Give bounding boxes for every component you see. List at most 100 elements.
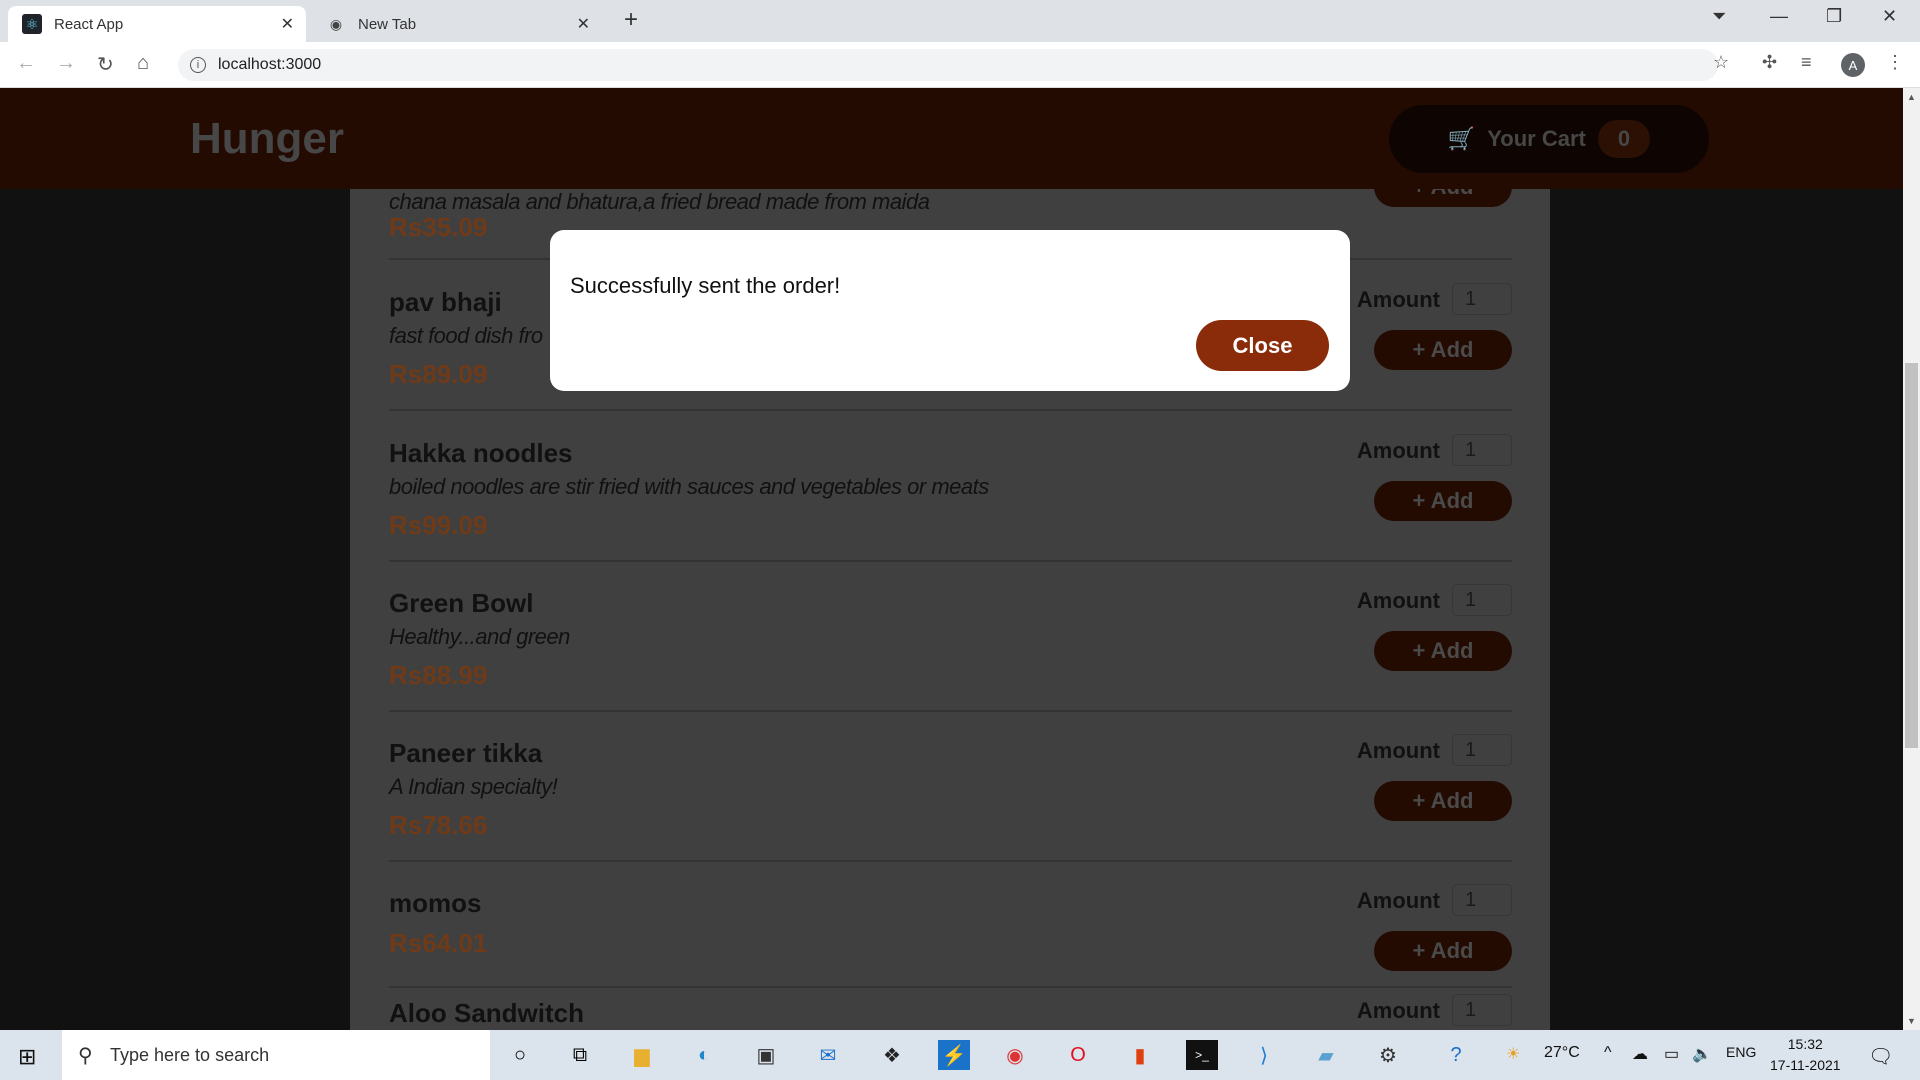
language-indicator[interactable]: ENG — [1726, 1044, 1756, 1060]
help-icon[interactable]: ? — [1440, 1040, 1472, 1070]
amount-label: Amount — [1356, 738, 1440, 763]
profile-avatar[interactable]: A — [1841, 53, 1865, 77]
quantity-input[interactable]: 1 — [1452, 734, 1512, 766]
home-icon[interactable]: ⌂ — [137, 52, 149, 75]
forward-icon[interactable]: → — [56, 52, 76, 75]
quantity-input[interactable]: 1 — [1452, 884, 1512, 916]
item-name: Green Bowl — [389, 588, 534, 618]
windows-start-icon[interactable]: ⊞ — [18, 1044, 36, 1070]
task-view-icon[interactable]: ⧉ — [564, 1040, 596, 1070]
close-tab-icon[interactable]: ✕ — [577, 14, 590, 34]
dropbox-icon[interactable]: ❖ — [876, 1040, 908, 1070]
modal-message: Successfully sent the order! — [570, 273, 841, 298]
media-control-icon[interactable]: ≡ — [1801, 52, 1812, 73]
back-icon[interactable]: ← — [16, 52, 36, 75]
weather-icon[interactable]: ☀ — [1506, 1044, 1520, 1064]
add-button[interactable]: + Add — [1374, 931, 1512, 971]
item-description: A Indian specialty! — [389, 774, 558, 799]
new-tab-button[interactable]: + — [624, 6, 638, 34]
settings-icon[interactable]: ⚙ — [1372, 1040, 1404, 1070]
cart-label: Your Cart — [1487, 126, 1586, 151]
tab-react-app[interactable]: ⚛ React App ✕ — [8, 6, 306, 42]
add-button[interactable]: + Add — [1374, 781, 1512, 821]
item-price: Rs89.09 — [389, 359, 488, 389]
brand-logo: Hunger — [190, 114, 344, 163]
volume-icon[interactable]: 🔈 — [1692, 1044, 1712, 1064]
scroll-down-arrow-icon[interactable]: ▼ — [1907, 1016, 1916, 1026]
address-toolbar: ← → ↻ ⌂ i localhost:3000 ☆ ✣ ≡ ⋮ — [0, 42, 1920, 88]
amount-label: Amount — [1356, 998, 1440, 1023]
close-window-button[interactable]: ✕ — [1882, 6, 1897, 27]
quantity-input[interactable]: 1 — [1452, 584, 1512, 616]
extensions-icon[interactable]: ✣ — [1762, 52, 1777, 73]
mail-icon[interactable]: ✉ — [812, 1040, 844, 1070]
amount-label: Amount — [1356, 287, 1440, 312]
browser-tab-bar: ⚛ React App ✕ ◉ New Tab ✕ + ⏷ — ❐ ✕ — [0, 0, 1920, 42]
store-icon[interactable]: ▣ — [750, 1040, 782, 1070]
item-description: Healthy...and green — [389, 624, 570, 649]
chrome-icon: ◉ — [329, 15, 343, 32]
menu-item: Hakka noodles boiled noodles are stir fr… — [389, 412, 1512, 562]
clock-date: 17-11-2021 — [1770, 1057, 1841, 1073]
site-header: Hunger 🛒 Your Cart 0 — [0, 88, 1903, 189]
menu-item: Green Bowl Healthy...and green Rs88.99 A… — [389, 562, 1512, 712]
item-name: Paneer tikka — [389, 738, 543, 768]
item-price: Rs35.09 — [389, 212, 488, 242]
clock-time: 15:32 — [1787, 1036, 1823, 1052]
taskbar-search[interactable]: ⚲ Type here to search — [62, 1030, 490, 1080]
cart-count-badge: 0 — [1597, 120, 1651, 158]
edge-icon[interactable]: ◐ — [688, 1040, 720, 1070]
item-name: pav bhaji — [389, 287, 502, 317]
reload-icon[interactable]: ↻ — [97, 52, 114, 77]
item-description: fast food dish fro — [389, 323, 543, 348]
cortana-icon[interactable]: ○ — [504, 1040, 536, 1070]
cart-button[interactable]: 🛒 Your Cart 0 — [1389, 105, 1709, 173]
menu-icon[interactable]: ⋮ — [1886, 52, 1904, 73]
add-button[interactable]: + Add — [1374, 631, 1512, 671]
office-icon[interactable]: ▮ — [1124, 1040, 1156, 1070]
item-name: Aloo Sandwitch — [389, 998, 584, 1028]
terminal-icon[interactable]: >_ — [1186, 1040, 1218, 1070]
menu-item: Aloo Sandwitch Amount 1 — [389, 988, 1512, 1030]
onedrive-error-icon[interactable]: ☁ — [1632, 1044, 1648, 1064]
scrollbar[interactable]: ▲ ▼ — [1903, 88, 1920, 1030]
item-price: Rs64.01 — [389, 928, 488, 958]
item-price: Rs88.99 — [389, 660, 488, 690]
quantity-input[interactable]: 1 — [1452, 283, 1512, 315]
add-button[interactable]: + Add — [1374, 330, 1512, 370]
app-icon[interactable]: ⚡ — [938, 1040, 970, 1070]
notifications-icon[interactable]: 🗨 — [1868, 1044, 1893, 1069]
react-icon: ⚛ — [22, 14, 42, 34]
search-placeholder: Type here to search — [110, 1044, 270, 1065]
item-name: momos — [389, 888, 482, 918]
address-bar[interactable]: i localhost:3000 — [178, 49, 1718, 81]
clock[interactable]: 15:32 17-11-2021 — [1770, 1034, 1841, 1076]
show-hidden-icons[interactable]: ^ — [1604, 1044, 1612, 1062]
quantity-input[interactable]: 1 — [1452, 434, 1512, 466]
page-viewport: Hunger 🛒 Your Cart 0 chana masala and bh… — [0, 88, 1903, 1030]
battery-icon[interactable]: ▭ — [1664, 1044, 1679, 1064]
notepad-icon[interactable]: ▰ — [1310, 1040, 1342, 1070]
weather-temp[interactable]: 27°C — [1544, 1044, 1580, 1062]
windows-taskbar: ⊞ ⚲ Type here to search ○ ⧉ ▆ ◐ ▣ ✉ ❖ ⚡ … — [0, 1030, 1920, 1080]
order-success-modal: Successfully sent the order! Close — [550, 230, 1350, 391]
minimize-button[interactable]: — — [1770, 6, 1788, 27]
close-button[interactable]: Close — [1196, 320, 1329, 371]
quantity-input[interactable]: 1 — [1452, 994, 1512, 1026]
opera-icon[interactable]: O — [1062, 1040, 1094, 1070]
item-price: Rs99.09 — [389, 510, 488, 540]
amount-label: Amount — [1356, 888, 1440, 913]
site-info-icon[interactable]: i — [190, 57, 206, 73]
close-tab-icon[interactable]: ✕ — [281, 14, 294, 34]
vscode-icon[interactable]: ⟩ — [1248, 1040, 1280, 1070]
add-button[interactable]: + Add — [1374, 481, 1512, 521]
tab-new-tab[interactable]: ◉ New Tab ✕ — [312, 6, 602, 42]
amount-label: Amount — [1356, 588, 1440, 613]
chrome-taskbar-icon[interactable]: ◉ — [999, 1040, 1031, 1070]
scroll-up-arrow-icon[interactable]: ▲ — [1907, 92, 1916, 102]
restore-button[interactable]: ❐ — [1826, 6, 1842, 27]
scrollbar-thumb[interactable] — [1905, 363, 1918, 748]
bookmark-star-icon[interactable]: ☆ — [1713, 52, 1729, 73]
tab-search-icon[interactable]: ⏷ — [1712, 6, 1726, 27]
file-explorer-icon[interactable]: ▆ — [626, 1040, 658, 1070]
